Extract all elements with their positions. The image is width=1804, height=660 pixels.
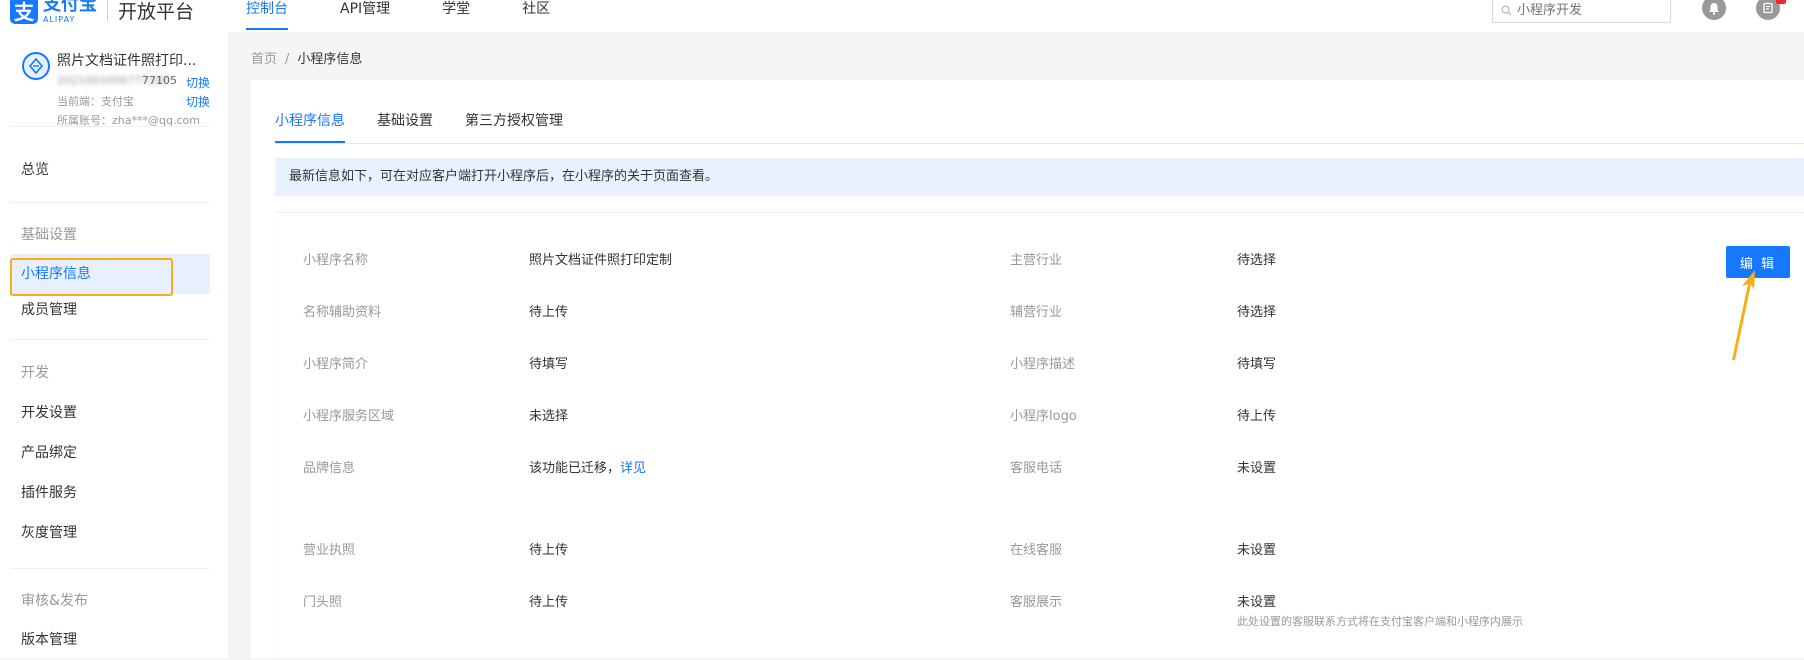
- topnav-academy[interactable]: 学堂: [442, 0, 470, 32]
- search-icon: [1501, 5, 1512, 16]
- value-service-area: 未选择: [529, 409, 569, 424]
- annotation-arrow-icon: [1732, 270, 1755, 360]
- tab-basic-settings[interactable]: 基础设置: [377, 110, 433, 144]
- app-id-suffix: 77105: [142, 74, 177, 87]
- alipay-logo-icon: 支: [10, 0, 38, 24]
- message-icon[interactable]: [1756, 0, 1786, 20]
- alipay-logo[interactable]: 支 支付宝 ALIPAY 开放平台: [10, 0, 194, 24]
- sidebar-item-plugins[interactable]: 插件服务: [10, 473, 210, 513]
- tab-third-party-auth[interactable]: 第三方授权管理: [465, 110, 563, 144]
- value-sub-industry: 待选择: [1237, 305, 1277, 320]
- value-app-name: 照片文档证件照打印定制: [529, 253, 673, 268]
- label-main-industry: 主营行业: [1010, 253, 1063, 268]
- logo-divider: [107, 0, 108, 21]
- divider: [10, 339, 210, 340]
- breadcrumb: 首页 / 小程序信息: [251, 48, 362, 67]
- client-label: 当前端：支付宝: [57, 95, 134, 108]
- value-service-display: 未设置: [1237, 595, 1277, 610]
- top-bar: 支 支付宝 ALIPAY 开放平台 控制台 API管理 学堂 社区: [0, 0, 1804, 32]
- label-storefront-photo: 门头照: [303, 595, 343, 610]
- notification-badge: [1776, 0, 1786, 4]
- label-business-license: 营业执照: [303, 543, 356, 558]
- value-online-service: 未设置: [1237, 543, 1277, 558]
- switch-client-link[interactable]: 切换: [186, 93, 210, 110]
- search-input[interactable]: [1517, 3, 1657, 18]
- breadcrumb-separator: /: [285, 52, 290, 67]
- label-service-area: 小程序服务区域: [303, 409, 395, 424]
- sidebar-group-dev: 开发: [21, 365, 49, 381]
- divider: [10, 568, 210, 569]
- switch-app-link[interactable]: 切换: [186, 74, 210, 91]
- value-main-industry: 待选择: [1237, 253, 1277, 268]
- label-app-name: 小程序名称: [303, 253, 369, 268]
- sidebar-group-review: 审核&发布: [21, 593, 88, 609]
- top-nav: 控制台 API管理 学堂 社区: [246, 0, 602, 32]
- value-brand-info: 该功能已迁移，详见: [529, 457, 646, 476]
- bell-icon[interactable]: [1702, 0, 1726, 20]
- value-business-license: 待上传: [529, 543, 569, 558]
- search-box[interactable]: [1492, 0, 1671, 23]
- label-app-description: 小程序描述: [1010, 357, 1076, 372]
- value-service-phone: 未设置: [1237, 461, 1277, 476]
- topnav-api[interactable]: API管理: [340, 0, 390, 32]
- label-name-docs: 名称辅助资料: [303, 305, 382, 320]
- label-app-intro: 小程序简介: [303, 357, 369, 372]
- label-service-phone: 客服电话: [1010, 461, 1063, 476]
- sidebar-item-dev-settings[interactable]: 开发设置: [10, 393, 210, 433]
- service-display-hint: 此处设置的客服联系方式将在支付宝客户端和小程序内展示: [1237, 615, 1523, 628]
- label-sub-industry: 辅营行业: [1010, 305, 1063, 320]
- app-name: 照片文档证件照打印...: [57, 53, 197, 69]
- brand-info-details-link[interactable]: 详见: [620, 461, 646, 476]
- value-name-docs: 待上传: [529, 305, 569, 320]
- sidebar-item-app-info[interactable]: 小程序信息: [10, 254, 210, 294]
- value-app-logo: 待上传: [1237, 409, 1277, 424]
- breadcrumb-current: 小程序信息: [297, 52, 363, 67]
- sidebar-item-gray-release[interactable]: 灰度管理: [10, 513, 210, 553]
- tabs-divider: [275, 143, 1804, 144]
- breadcrumb-home[interactable]: 首页: [251, 52, 277, 67]
- sidebar: 照片文档证件照打印... 2021003456777105 77105 切换 当…: [0, 32, 228, 658]
- platform-title: 开放平台: [118, 0, 195, 23]
- brand-info-text: 该功能已迁移，: [529, 461, 621, 476]
- info-notice: 最新信息如下，可在对应客户端打开小程序后，在小程序的关于页面查看。: [275, 158, 1804, 196]
- label-app-logo: 小程序logo: [1010, 409, 1077, 424]
- logo-en-text: ALIPAY: [43, 15, 76, 24]
- sidebar-item-members[interactable]: 成员管理: [10, 290, 210, 330]
- divider: [10, 126, 210, 127]
- sidebar-item-product-binding[interactable]: 产品绑定: [10, 433, 210, 473]
- sidebar-item-overview[interactable]: 总览: [10, 150, 210, 190]
- topnav-community[interactable]: 社区: [522, 0, 550, 32]
- sidebar-group-basic: 基础设置: [21, 227, 77, 243]
- topnav-console[interactable]: 控制台: [246, 0, 288, 32]
- value-storefront-photo: 待上传: [529, 595, 569, 610]
- label-service-display: 客服展示: [1010, 595, 1063, 610]
- value-app-description: 待填写: [1237, 357, 1277, 372]
- label-brand-info: 品牌信息: [303, 461, 356, 476]
- label-online-service: 在线客服: [1010, 543, 1063, 558]
- tab-app-info[interactable]: 小程序信息: [275, 110, 345, 144]
- value-app-intro: 待填写: [529, 357, 569, 372]
- logo-cn-text: 支付宝: [43, 0, 97, 15]
- divider: [10, 202, 210, 203]
- tab-bar: 小程序信息 基础设置 第三方授权管理: [275, 110, 595, 144]
- sidebar-item-versions[interactable]: 版本管理: [10, 620, 210, 660]
- app-avatar: [22, 52, 50, 80]
